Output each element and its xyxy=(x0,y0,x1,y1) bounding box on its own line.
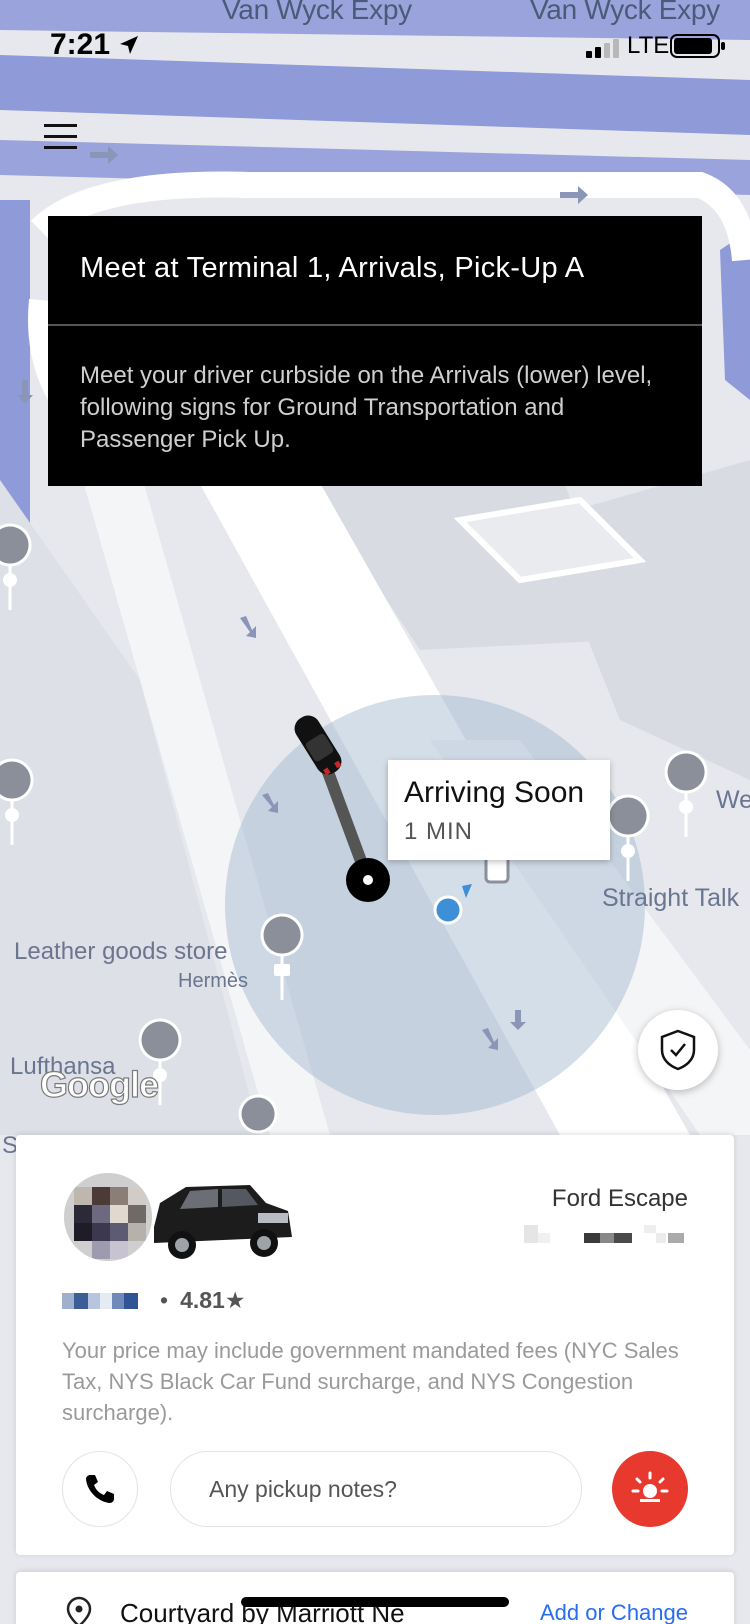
pickup-notes-input[interactable]: Any pickup notes? xyxy=(170,1451,582,1527)
trip-details-sheet: Ford Escape • 4.81★ Your price may includ… xyxy=(16,1135,734,1555)
rating-value: 4.81★ xyxy=(180,1287,246,1313)
location-pin-icon xyxy=(66,1596,92,1624)
poi-label: We xyxy=(716,786,750,814)
driver-avatar[interactable] xyxy=(64,1173,152,1261)
menu-button[interactable] xyxy=(44,124,88,164)
signal-icon xyxy=(586,39,619,58)
status-bar: 7:21 LTE xyxy=(0,0,750,90)
siren-icon xyxy=(631,1471,669,1502)
call-driver-button[interactable] xyxy=(62,1451,138,1527)
network-label: LTE xyxy=(627,32,670,59)
arrival-tooltip[interactable]: Arriving Soon 1 MIN xyxy=(388,760,610,860)
driver-name-redacted xyxy=(62,1293,138,1309)
poi-label: Straight Talk xyxy=(602,884,740,912)
add-or-change-link[interactable]: Add or Change xyxy=(540,1600,688,1624)
google-logo: Google xyxy=(39,1063,159,1105)
license-plate-redacted xyxy=(524,1225,684,1243)
shield-check-icon xyxy=(660,1029,696,1071)
clock-text: 7:21 xyxy=(50,28,111,61)
arrival-eta: 1 MIN xyxy=(404,818,474,845)
location-arrow-icon xyxy=(120,36,139,54)
poi-label: Leather goods store xyxy=(14,938,228,965)
pickup-info-title: Meet at Terminal 1, Arrivals, Pick-Up A xyxy=(80,252,585,284)
arrival-title: Arriving Soon xyxy=(404,776,585,809)
driver-rating: • 4.81★ xyxy=(160,1287,245,1314)
separator-dot: • xyxy=(160,1287,169,1313)
car-image xyxy=(154,1185,292,1259)
home-indicator[interactable] xyxy=(241,1597,509,1607)
battery-icon xyxy=(670,34,725,58)
status-time: 7:21 xyxy=(50,28,140,62)
fee-disclaimer: Your price may include government mandat… xyxy=(62,1338,679,1425)
emergency-button[interactable] xyxy=(612,1451,688,1527)
car-model: Ford Escape xyxy=(551,1185,688,1212)
pickup-info-card: Meet at Terminal 1, Arrivals, Pick-Up A … xyxy=(48,216,702,486)
safety-button[interactable] xyxy=(638,1010,718,1090)
poi-label: Hermès xyxy=(178,970,249,992)
hamburger-icon xyxy=(44,124,88,149)
phone-icon xyxy=(86,1475,114,1503)
pickup-info-body: Meet your driver curbside on the Arrival… xyxy=(80,362,653,453)
